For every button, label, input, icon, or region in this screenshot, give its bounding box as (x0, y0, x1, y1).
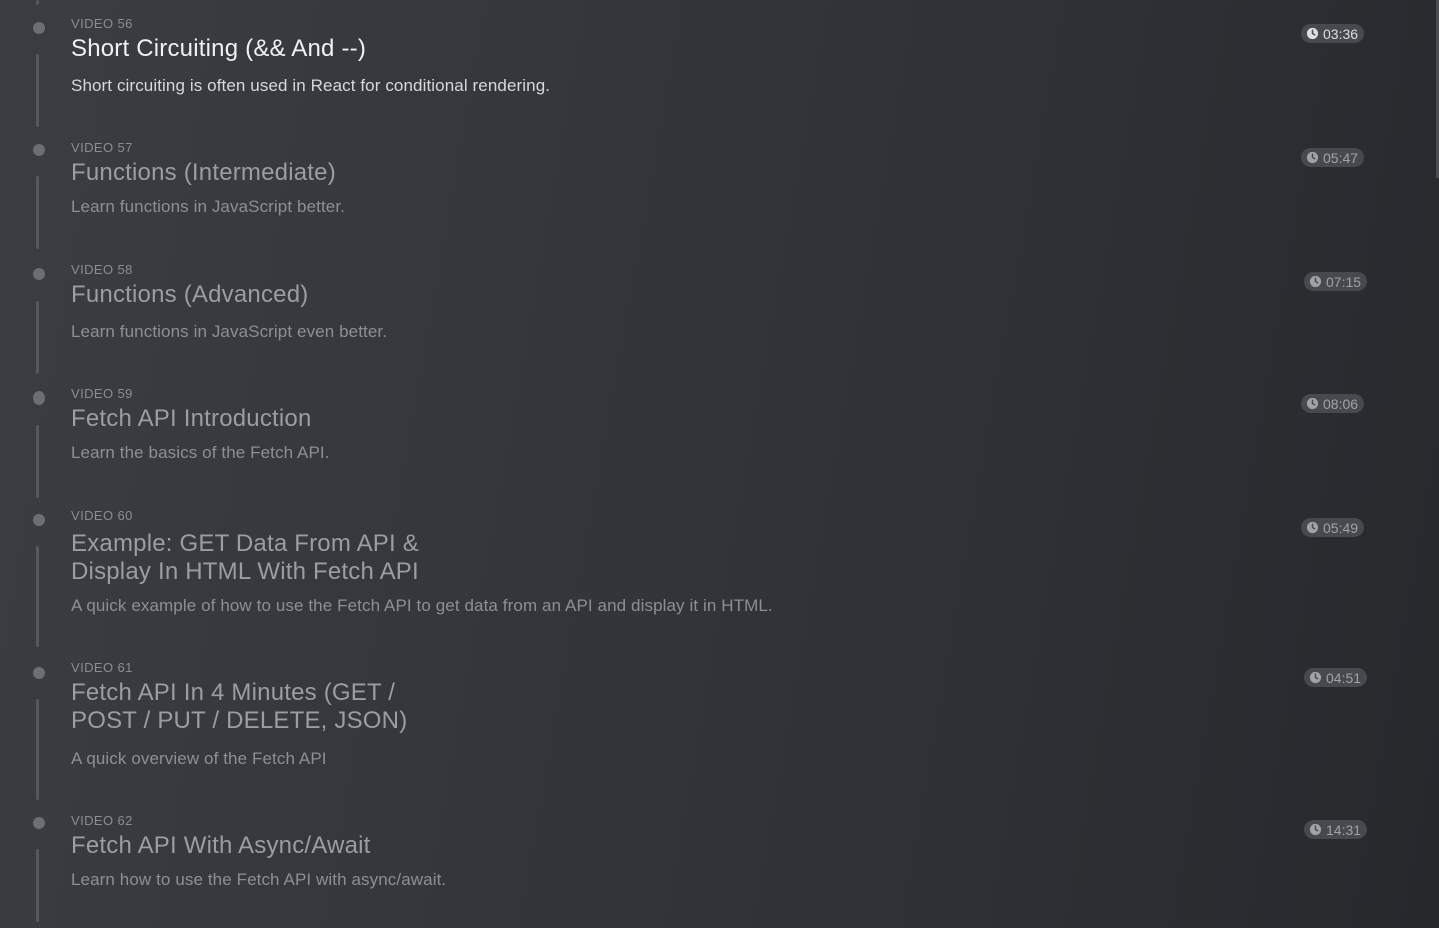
timeline-connector (36, 0, 39, 5)
duration-text: 05:47 (1323, 149, 1359, 166)
timeline-connector (36, 176, 39, 249)
duration-text: 08:06 (1323, 395, 1359, 412)
duration-text: 04:51 (1326, 669, 1362, 686)
video-description: Learn how to use the Fetch API with asyn… (71, 870, 447, 889)
clock-icon (1309, 671, 1322, 684)
duration-text: 03:36 (1323, 25, 1359, 42)
duration-badge: 03:36 (1301, 24, 1365, 43)
video-timeline: VIDEO 56 Short Circuiting (&& And --) Sh… (0, 0, 1439, 928)
duration-text: 14:31 (1326, 821, 1362, 838)
duration-badge: 05:47 (1301, 148, 1365, 167)
duration-badge: 08:06 (1301, 394, 1365, 413)
video-number: VIDEO 56 (71, 16, 133, 31)
video-number: VIDEO 59 (71, 386, 133, 401)
video-number: VIDEO 57 (71, 140, 133, 155)
video-description: Learn the basics of the Fetch API. (71, 443, 330, 462)
clock-icon (1309, 275, 1322, 288)
clock-icon (1306, 397, 1319, 410)
timeline-connector (36, 546, 39, 647)
video-title[interactable]: Functions (Advanced) (71, 281, 308, 309)
video-description: Learn functions in JavaScript better. (71, 197, 345, 216)
timeline-connector (36, 54, 39, 127)
video-title[interactable]: Fetch API With Async/Await (71, 832, 371, 860)
duration-badge: 05:49 (1301, 518, 1365, 537)
timeline-dot (33, 667, 45, 679)
duration-badge: 07:15 (1304, 272, 1368, 291)
timeline-dot (33, 144, 45, 156)
timeline-dot (33, 391, 45, 405)
timeline-connector (36, 301, 39, 374)
video-description: Learn functions in JavaScript even bette… (71, 322, 388, 341)
video-title[interactable]: Fetch API Introduction (71, 405, 312, 433)
duration-text: 07:15 (1326, 273, 1362, 290)
video-title[interactable]: Functions (Intermediate) (71, 159, 336, 187)
timeline-connector (36, 699, 39, 800)
clock-icon (1306, 151, 1319, 164)
timeline-connector (36, 849, 39, 922)
clock-icon (1306, 27, 1319, 40)
timeline-dot (33, 514, 45, 526)
timeline-dot (33, 268, 45, 280)
duration-badge: 04:51 (1304, 668, 1368, 687)
timeline-connector (36, 425, 39, 498)
video-number: VIDEO 60 (71, 508, 133, 523)
video-description: A quick example of how to use the Fetch … (71, 596, 773, 615)
timeline-dot (33, 817, 45, 829)
video-description: Short circuiting is often used in React … (71, 76, 551, 95)
video-number: VIDEO 62 (71, 813, 133, 828)
video-title[interactable]: Fetch API In 4 Minutes (GET / POST / PUT… (71, 679, 421, 735)
video-number: VIDEO 61 (71, 660, 133, 675)
video-number: VIDEO 58 (71, 262, 133, 277)
timeline-dot (33, 22, 45, 34)
video-title[interactable]: Short Circuiting (&& And --) (71, 35, 366, 63)
clock-icon (1309, 823, 1322, 836)
duration-text: 05:49 (1323, 519, 1359, 536)
video-title[interactable]: Example: GET Data From API & Display In … (71, 530, 441, 586)
video-description: A quick overview of the Fetch API (71, 749, 327, 768)
duration-badge: 14:31 (1304, 820, 1368, 839)
clock-icon (1306, 521, 1319, 534)
